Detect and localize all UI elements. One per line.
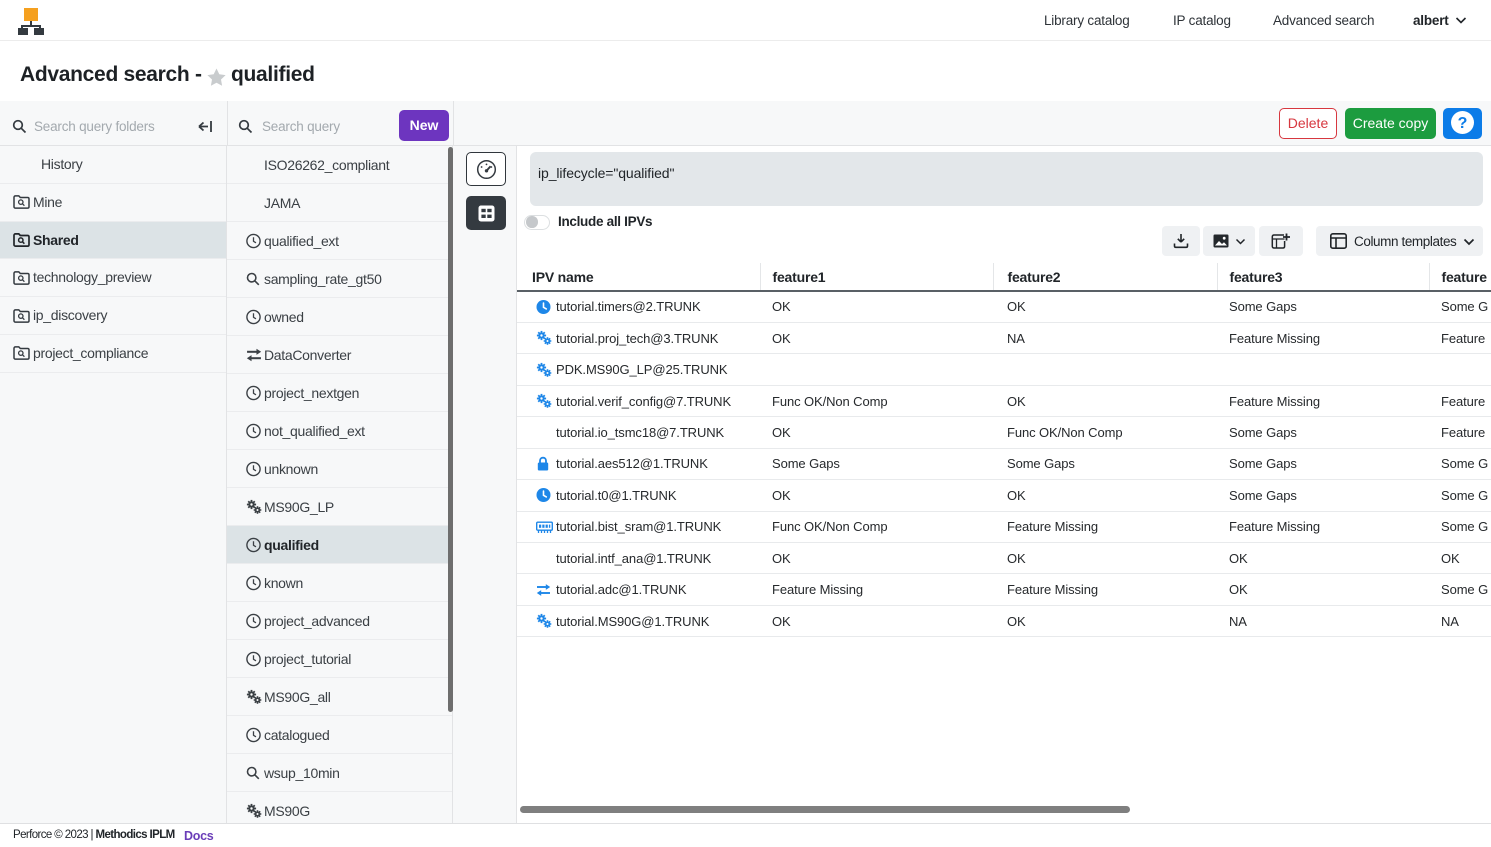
svg-text:?: ? [1458, 115, 1468, 132]
